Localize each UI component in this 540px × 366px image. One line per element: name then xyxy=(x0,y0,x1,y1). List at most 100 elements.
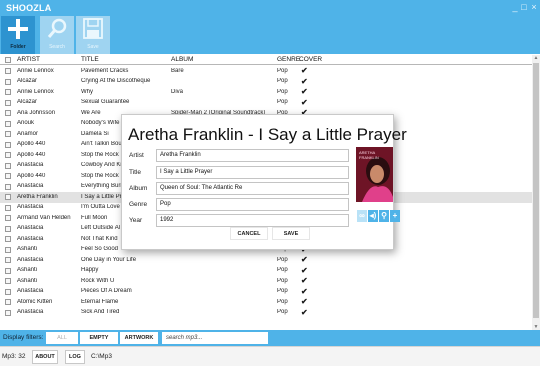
save-button[interactable]: Save xyxy=(76,16,110,54)
row-checkbox[interactable] xyxy=(5,267,11,274)
scroll-up-icon[interactable]: ▲ xyxy=(532,55,540,61)
row-checkbox[interactable] xyxy=(5,120,11,127)
row-checkbox[interactable] xyxy=(5,194,11,200)
row-checkbox[interactable] xyxy=(5,68,11,74)
genre-cell: Pop xyxy=(277,277,288,284)
table-row[interactable]: Anastacia One Day in Your Life Pop ✔ xyxy=(0,255,532,266)
table-row[interactable]: Alcazar Sexual Guarantee Pop ✔ xyxy=(0,98,532,109)
artist-cell: Alcazar xyxy=(17,78,38,84)
artist-cell: Apollo 440 xyxy=(17,151,46,158)
row-checkbox[interactable] xyxy=(5,225,11,232)
filter-artwork-button[interactable]: ARTWORK xyxy=(120,332,158,344)
row-checkbox[interactable] xyxy=(5,89,11,95)
title-cell: Eternal Flame xyxy=(81,298,119,305)
album-field[interactable]: Queen of Soul: The Atlantic Re xyxy=(156,182,349,195)
table-row[interactable]: Alcazar Crying At the Discotheque Pop ✔ xyxy=(0,77,532,88)
filter-all-button[interactable]: ALL xyxy=(46,332,78,344)
row-checkbox[interactable] xyxy=(5,78,11,85)
genre-cell: Pop xyxy=(277,309,288,315)
table-row[interactable]: Anastacia Sick And Tired Pop ✔ xyxy=(0,308,532,319)
column-header-genre[interactable]: GENRE xyxy=(277,56,300,63)
title-field[interactable]: I Say a Little Prayer xyxy=(156,166,349,179)
speaker-icon[interactable]: ◂) xyxy=(368,210,378,222)
column-header-cover[interactable]: COVER xyxy=(299,56,322,63)
artist-cell: Anouk xyxy=(17,120,35,126)
select-all-checkbox[interactable] xyxy=(5,57,11,63)
row-checkbox[interactable] xyxy=(5,152,11,158)
row-checkbox[interactable] xyxy=(5,309,11,316)
row-checkbox[interactable] xyxy=(5,204,11,211)
search-mp3-input[interactable]: search mp3... xyxy=(162,332,268,344)
dialog-title: Aretha Franklin - I Say a Little Prayer xyxy=(128,125,407,144)
column-header-title[interactable]: TITLE xyxy=(81,56,99,63)
grid-header: ARTIST TITLE ALBUM GENRE COVER xyxy=(0,55,532,65)
row-checkbox[interactable] xyxy=(5,162,11,169)
column-header-artist[interactable]: ARTIST xyxy=(17,56,40,63)
row-checkbox[interactable] xyxy=(5,99,11,106)
cover-check-icon: ✔ xyxy=(301,97,308,107)
genre-cell: Pop xyxy=(277,67,288,74)
folder-button[interactable]: Folder xyxy=(1,16,35,54)
cover-check-icon: ✔ xyxy=(301,276,308,285)
save-tag-button[interactable]: SAVE xyxy=(272,227,310,240)
row-checkbox[interactable] xyxy=(5,215,11,221)
cover-check-icon: ✔ xyxy=(301,66,308,75)
artist-cell: Apollo 440 xyxy=(17,172,46,179)
scrollbar-thumb[interactable] xyxy=(533,63,539,318)
artist-cell: Anastacia xyxy=(17,256,44,263)
app-title: SHOOZLA xyxy=(6,3,52,13)
close-button[interactable]: × xyxy=(529,2,539,12)
cover-name-text: FRANKLIN xyxy=(359,155,379,160)
row-checkbox[interactable] xyxy=(5,299,11,305)
row-checkbox[interactable] xyxy=(5,131,11,137)
filter-empty-button[interactable]: EMPTY xyxy=(80,332,118,344)
about-button[interactable]: ABOUT xyxy=(32,350,58,364)
row-checkbox[interactable] xyxy=(5,288,11,295)
row-checkbox[interactable] xyxy=(5,246,11,253)
artist-cell: Apollo 440 xyxy=(17,141,46,147)
row-checkbox[interactable] xyxy=(5,173,11,179)
row-checkbox[interactable] xyxy=(5,257,11,263)
search-icon xyxy=(47,18,67,38)
title-cell: Pieces Of A Dream xyxy=(81,288,132,294)
artist-field[interactable]: Aretha Franklin xyxy=(156,149,349,162)
table-row[interactable]: Atomic Kitten Eternal Flame Pop ✔ xyxy=(0,297,532,308)
table-row[interactable]: Annie Lennox Pavement Cracks Bare Pop ✔ xyxy=(0,66,532,77)
maximize-button[interactable]: □ xyxy=(519,2,529,12)
artist-cell: Anamor xyxy=(17,130,39,137)
title-cell: One Day in Your Life xyxy=(81,256,137,263)
artist-cell: Alcazar xyxy=(17,99,38,105)
table-row[interactable]: Ashanti Happy Pop ✔ xyxy=(0,266,532,277)
artist-cell: Armand Van Helden xyxy=(17,214,71,221)
row-checkbox[interactable] xyxy=(5,141,11,148)
artist-cell: Annie Lennox xyxy=(17,67,54,74)
genre-cell: Pop xyxy=(277,256,288,263)
artist-cell: Ashanti xyxy=(17,246,38,252)
table-row[interactable]: Ashanti Rock With U Pop ✔ xyxy=(0,276,532,287)
artist-label: Artist xyxy=(129,152,144,159)
save-button-label: Save xyxy=(87,44,99,50)
row-checkbox[interactable] xyxy=(5,183,11,190)
row-checkbox[interactable] xyxy=(5,110,11,116)
table-row[interactable]: Anastacia Pieces Of A Dream Pop ✔ xyxy=(0,287,532,298)
genre-cell: Pop xyxy=(277,78,288,84)
grid-scrollbar[interactable]: ▲ ▼ xyxy=(532,55,540,330)
artist-cell: Anastacia xyxy=(17,204,44,210)
row-checkbox[interactable] xyxy=(5,278,11,284)
table-row[interactable]: Annie Lennox Why Diva Pop ✔ xyxy=(0,87,532,98)
search-button[interactable]: Search xyxy=(40,16,74,54)
album-cell: Bare xyxy=(171,67,184,74)
search-icon[interactable]: ⚲ xyxy=(379,210,389,222)
link-icon[interactable]: ∞ xyxy=(357,210,367,222)
genre-field[interactable]: Pop xyxy=(156,198,349,211)
row-checkbox[interactable] xyxy=(5,236,11,242)
cancel-button[interactable]: CANCEL xyxy=(230,227,268,240)
genre-cell: Pop xyxy=(277,298,288,305)
title-cell: Rock With U xyxy=(81,277,115,284)
cover-check-icon: ✔ xyxy=(301,76,308,86)
year-field[interactable]: 1992 xyxy=(156,214,349,227)
log-button[interactable]: LOG xyxy=(65,350,85,364)
title-cell: Sick And Tired xyxy=(81,309,120,315)
plus-icon[interactable]: + xyxy=(390,210,400,222)
column-header-album[interactable]: ALBUM xyxy=(171,56,193,63)
